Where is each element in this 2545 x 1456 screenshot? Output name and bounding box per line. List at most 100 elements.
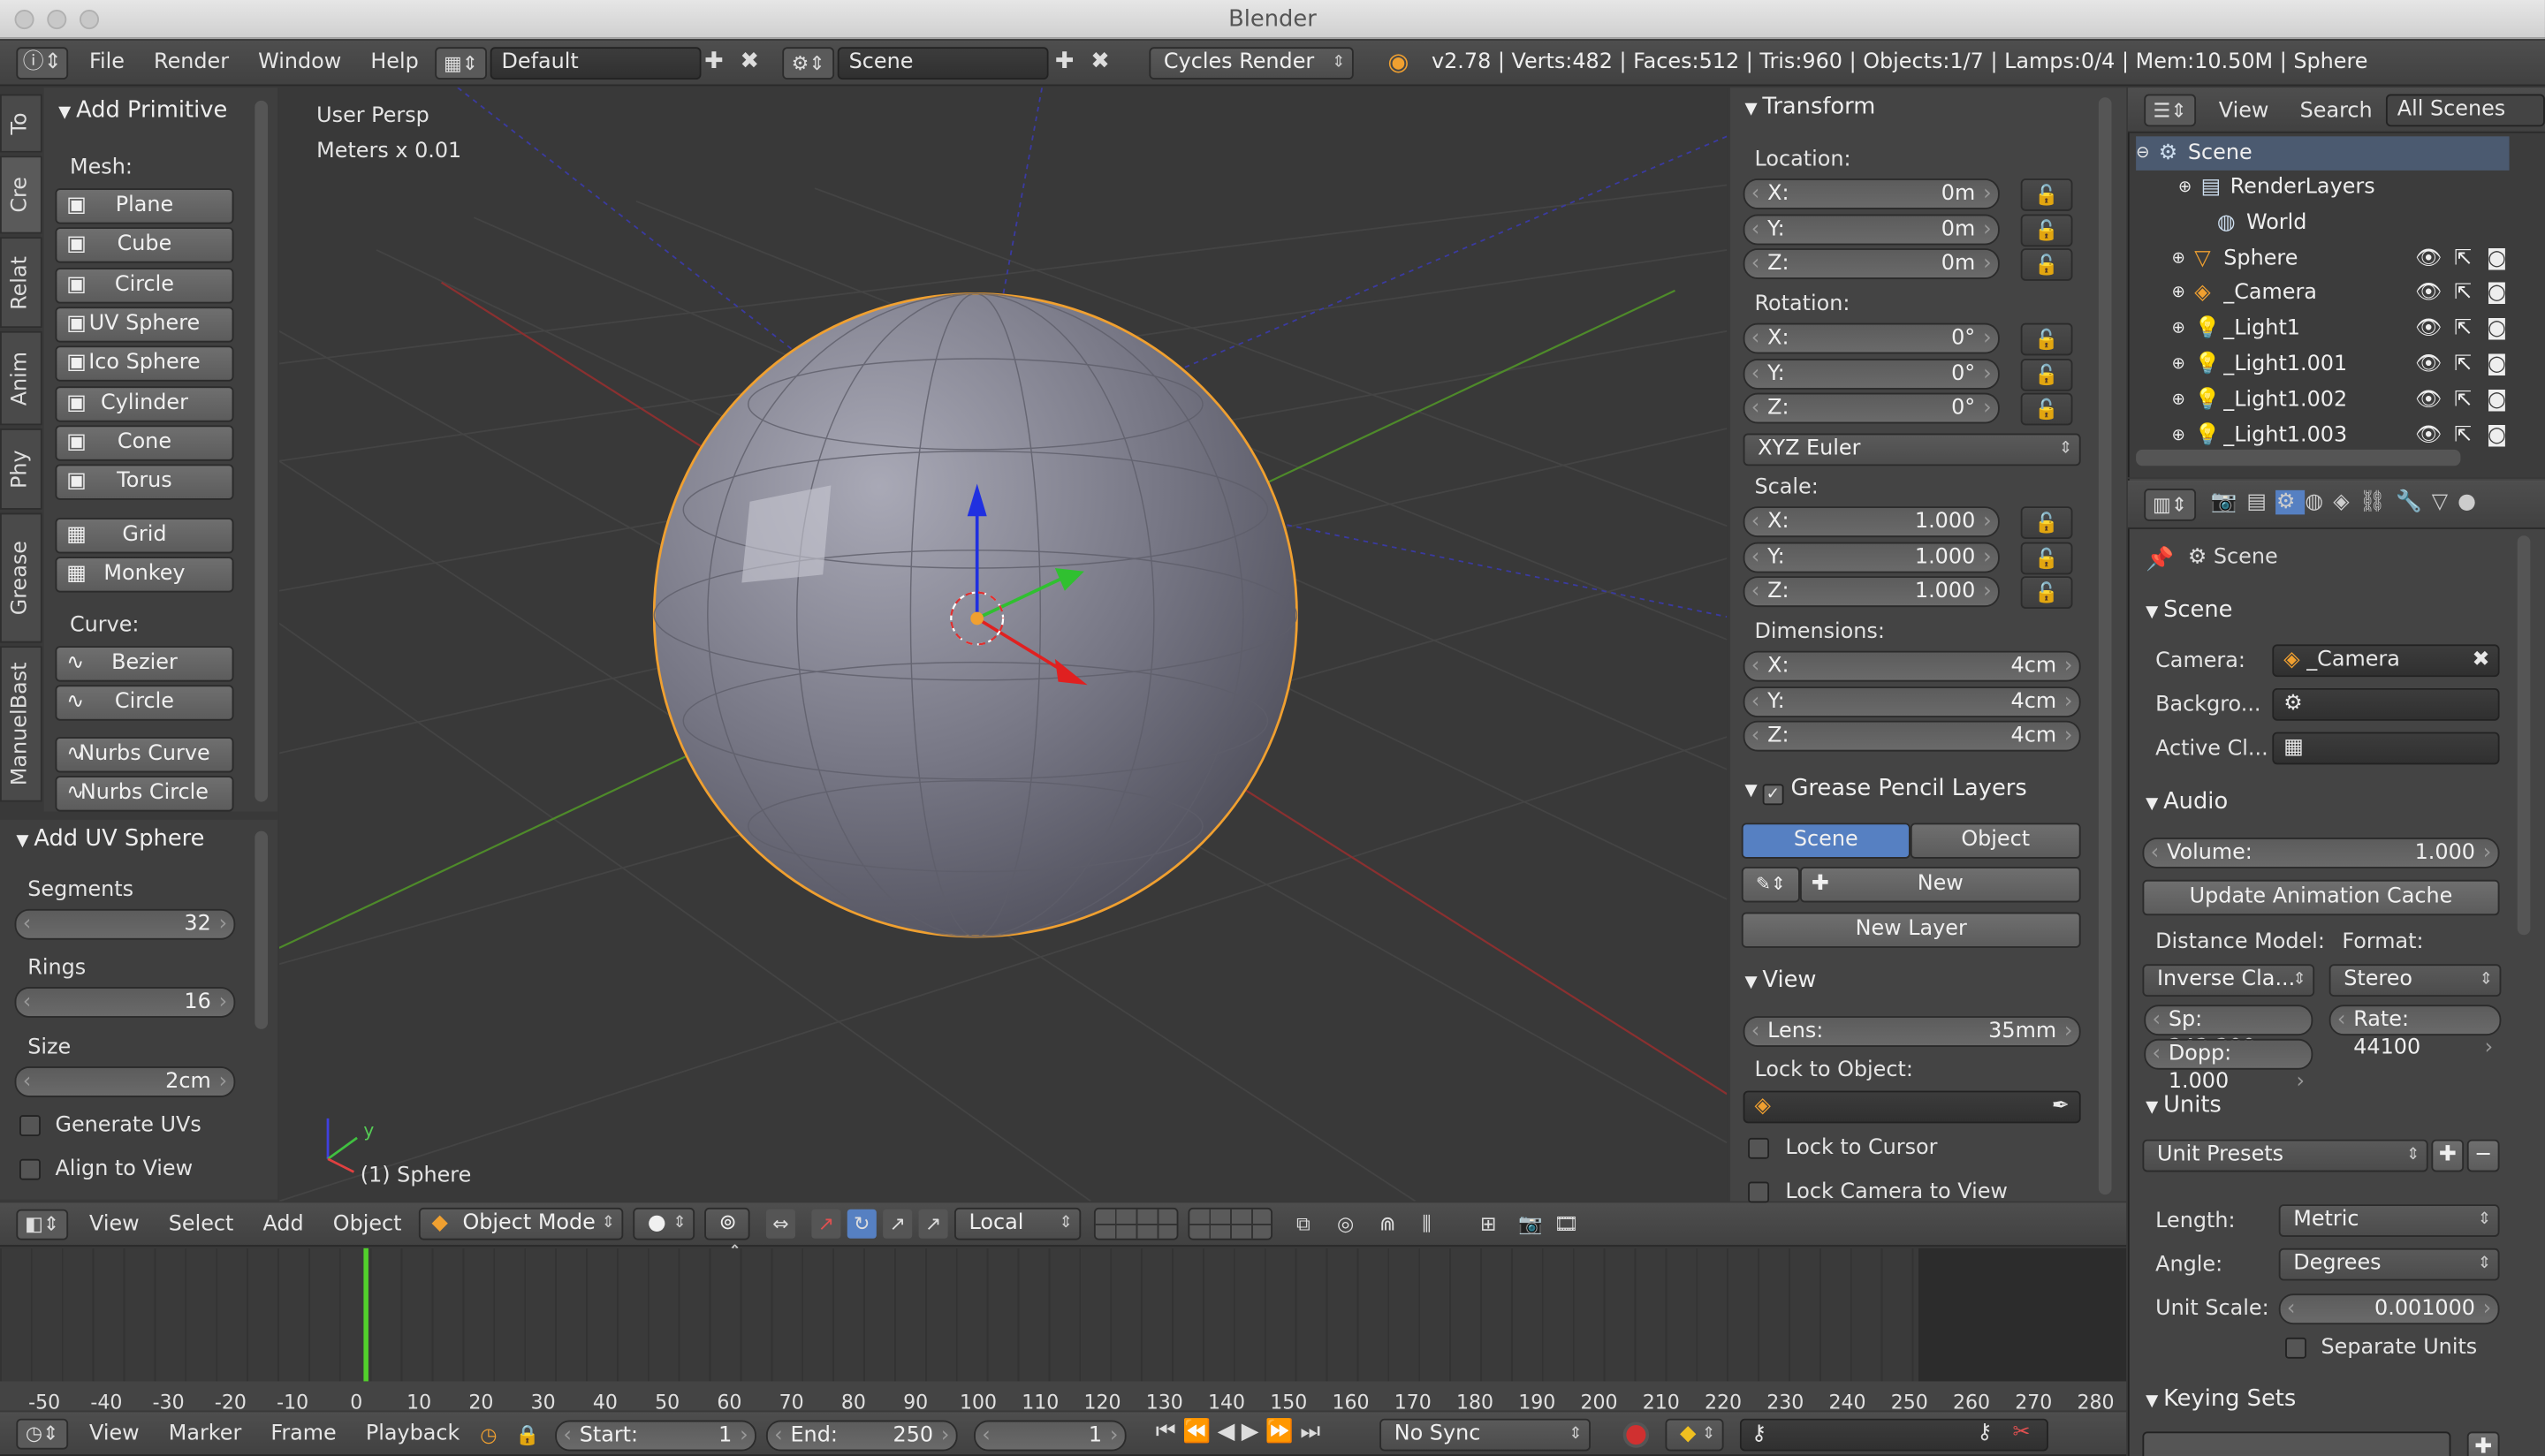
add-ico-button[interactable]: ▣ Ico Sphere [55, 345, 234, 382]
jump-end-icon[interactable]: ⏭ [1300, 1419, 1327, 1445]
viewport-menu-object[interactable]: Object [333, 1212, 402, 1237]
pivot-point-select[interactable]: ⊚ [704, 1207, 750, 1268]
add-scene-icon[interactable]: ✚ [1055, 49, 1075, 74]
grease-pencil-checkbox[interactable]: ✓ [1762, 784, 1784, 806]
rot-x-lock-icon[interactable]: 🔓 [2020, 322, 2073, 356]
outliner-item[interactable]: ◍ World [2136, 206, 2509, 240]
renderability-camera-icon[interactable]: ◙ [2487, 419, 2507, 453]
outliner-item[interactable]: ⊕ 💡 _Light1.002 👁 ⇱ ◙ [2136, 383, 2509, 418]
maximize-window-icon[interactable] [79, 10, 100, 30]
loc-z-field[interactable]: Z:0m [1743, 248, 2000, 279]
rot-z-lock-icon[interactable]: 🔓 [2020, 392, 2073, 426]
selectability-cursor-icon[interactable]: ⇱ [2454, 276, 2472, 310]
scl-z-lock-icon[interactable]: 🔓 [2020, 576, 2073, 609]
scl-x-lock-icon[interactable]: 🔓 [2020, 506, 2073, 539]
opengl-render-icon[interactable]: 📷 [1516, 1210, 1545, 1239]
toolshelf-scrollbar[interactable] [254, 100, 269, 802]
jump-keyframe-back-icon[interactable]: ⏪ [1182, 1419, 1217, 1445]
viewport-menu-view[interactable]: View [89, 1212, 140, 1237]
snap-target-icon[interactable]: ⊞ [1474, 1210, 1503, 1239]
info-editor-type-icon[interactable]: ⓘ⇕ [16, 47, 69, 80]
outliner-menu-view[interactable]: View [2219, 99, 2269, 124]
menu-window[interactable]: Window [258, 50, 341, 75]
visibility-eye-icon[interactable]: 👁 [2415, 419, 2442, 453]
modifiers-tab-icon[interactable]: 🔧 [2396, 490, 2432, 515]
tab-manuelbastioni[interactable]: ManuelBast [0, 646, 42, 802]
scl-y-field[interactable]: Y:1.000 [1743, 541, 2000, 573]
add-bezier-button[interactable]: ∿ Bezier [55, 646, 234, 682]
timeline-area[interactable] [0, 1247, 2127, 1382]
record-icon[interactable] [1622, 1422, 1650, 1448]
selectability-cursor-icon[interactable]: ⇱ [2454, 419, 2472, 453]
snap-toggle-icon[interactable]: ⋒ [1373, 1210, 1402, 1239]
rotate-manipulator-icon[interactable]: ↻ [847, 1209, 877, 1239]
segments-field[interactable]: 32 [14, 908, 236, 940]
outliner-item[interactable]: ⊕ 💡 _Light1 👁 ⇱ ◙ [2136, 312, 2509, 346]
insert-keyframe-icon[interactable]: ⚷ [1977, 1421, 1993, 1445]
jump-keyframe-forward-icon[interactable]: ⏩ [1265, 1419, 1300, 1445]
add-primitive-title[interactable]: Add Primitive [58, 97, 227, 123]
screen-layout-icon[interactable]: ▦⇕ [435, 47, 488, 80]
dim-y-field[interactable]: Y:4cm [1743, 686, 2081, 717]
audio-panel-title[interactable]: Audio [2146, 789, 2228, 815]
expand-icon[interactable]: ⊖ [2136, 136, 2149, 171]
properties-scrollbar[interactable] [2517, 535, 2531, 936]
operator-scrollbar[interactable] [254, 830, 269, 1029]
new-layer-button[interactable]: New Layer [1741, 912, 2081, 948]
selectability-cursor-icon[interactable]: ⇱ [2454, 312, 2472, 346]
object-tab-icon[interactable]: ◈ [2333, 490, 2359, 515]
viewport-editor-type-icon[interactable]: ◧⇕ [16, 1209, 69, 1240]
outliner-item[interactable]: ⊕ 💡 _Light1.003 👁 ⇱ ◙ [2136, 419, 2509, 453]
add-torus-button[interactable]: ▣ Torus [55, 464, 234, 500]
selectability-cursor-icon[interactable]: ⇱ [2454, 242, 2472, 277]
clear-camera-icon[interactable]: ✖ [2472, 646, 2489, 675]
unit-scale-field[interactable]: 0.001000 [2278, 1293, 2500, 1325]
add-grid-button[interactable]: ▦ Grid [55, 518, 234, 554]
grease-pencil-title[interactable]: ✓ Grease Pencil Layers [1744, 776, 2027, 806]
visibility-eye-icon[interactable]: 👁 [2415, 242, 2442, 277]
tab-relations[interactable]: Relat [0, 237, 42, 329]
scale-manipulator-icon[interactable]: ↗ [883, 1209, 913, 1239]
rot-z-field[interactable]: Z:0° [1743, 392, 2000, 424]
add-layout-icon[interactable]: ✚ [704, 49, 724, 74]
units-panel-title[interactable]: Units [2146, 1092, 2222, 1118]
material-tab-icon[interactable]: ● [2458, 490, 2486, 515]
loc-x-field[interactable]: X:0m [1743, 178, 2000, 209]
speed-field[interactable]: Sp: 343.300 [2144, 1005, 2313, 1062]
tab-grease-pencil[interactable]: Grease [0, 512, 42, 643]
render-layers-tab-icon[interactable]: ▤ [2246, 490, 2276, 515]
separate-units-checkbox[interactable] [2285, 1337, 2306, 1359]
keying-sets-panel-title[interactable]: Keying Sets [2146, 1386, 2296, 1412]
timeline-editor-type-icon[interactable]: ◷⇕ [16, 1418, 69, 1450]
remove-layout-icon[interactable]: ✖ [741, 49, 760, 74]
data-tab-icon[interactable]: ▽ [2432, 490, 2458, 515]
rotation-mode-select[interactable]: XYZ Euler [1743, 433, 2081, 466]
active-clip-field[interactable]: ▦ [2272, 732, 2500, 765]
viewport-menu-select[interactable]: Select [169, 1212, 234, 1237]
transform-title[interactable]: Transform [1744, 95, 1875, 120]
generate-uvs-checkbox[interactable] [19, 1115, 41, 1137]
tab-create[interactable]: Cre [0, 155, 42, 234]
keying-sets-list[interactable] [2142, 1431, 2451, 1456]
unit-presets-select[interactable]: Unit Presets [2142, 1139, 2428, 1172]
screen-layout-field[interactable]: Default [490, 47, 702, 80]
add-cone-button[interactable]: ▣ Cone [55, 425, 234, 461]
selectability-cursor-icon[interactable]: ⇱ [2454, 347, 2472, 382]
rot-x-field[interactable]: X:0° [1743, 322, 2000, 354]
renderability-camera-icon[interactable]: ◙ [2487, 242, 2507, 277]
scene-field[interactable]: Scene [837, 47, 1049, 80]
viewport-menu-add[interactable]: Add [262, 1212, 303, 1237]
align-to-view-checkbox[interactable] [19, 1158, 41, 1180]
update-animation-cache-button[interactable]: Update Animation Cache [2142, 879, 2500, 916]
scl-y-lock-icon[interactable]: 🔓 [2020, 541, 2073, 574]
lens-field[interactable]: Lens:35mm [1743, 1016, 2081, 1047]
expand-icon[interactable]: ⊕ [2178, 171, 2192, 205]
scl-x-field[interactable]: X:1.000 [1743, 506, 2000, 538]
play-icon[interactable]: ▶ [1242, 1419, 1265, 1445]
world-tab-icon[interactable]: ◍ [2305, 490, 2333, 515]
loc-x-lock-icon[interactable]: 🔓 [2020, 178, 2073, 211]
expand-icon[interactable]: ⊕ [2172, 312, 2185, 346]
eyedropper-icon[interactable]: ✒ [2052, 1092, 2070, 1121]
active-keying-set-field[interactable]: ⚷ [1739, 1418, 2048, 1452]
outliner-item[interactable]: ⊕ ▽ Sphere 👁 ⇱ ◙ [2136, 242, 2509, 277]
